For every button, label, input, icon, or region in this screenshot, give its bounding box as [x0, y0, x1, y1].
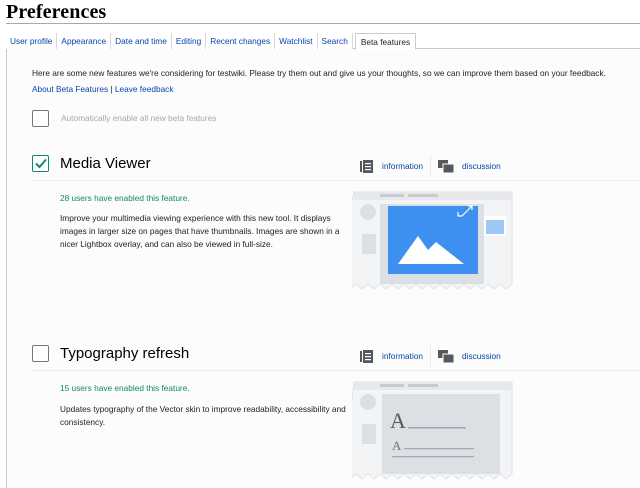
auto-enable-checkbox[interactable] — [32, 110, 49, 127]
document-icon — [360, 159, 373, 173]
link-divider — [430, 345, 431, 367]
information-label: information — [382, 351, 424, 361]
tab-date-and-time[interactable]: Date and time — [111, 33, 172, 49]
media-viewer-user-count: 28 users have enabled this feature. — [60, 193, 190, 203]
information-label: information — [382, 161, 424, 171]
about-beta-features-link[interactable]: About Beta Features — [32, 84, 108, 94]
typography-discussion-link[interactable]: discussion — [438, 345, 501, 367]
typography-refresh-checkbox[interactable] — [32, 345, 49, 362]
leave-feedback-link[interactable]: Leave feedback — [115, 84, 174, 94]
typography-information-link[interactable]: information — [360, 345, 423, 367]
typography-description: Updates typography of the Vector skin to… — [60, 404, 346, 427]
link-divider — [430, 155, 431, 177]
tab-beta-features[interactable]: Beta features — [354, 33, 417, 50]
intro-links: About Beta Features | Leave feedback — [32, 84, 173, 94]
discussion-label: discussion — [462, 161, 501, 171]
media-viewer-information-link[interactable]: information — [360, 155, 423, 177]
feature-divider — [32, 180, 640, 181]
svg-text:A: A — [392, 438, 402, 453]
preferences-tabs: User profile Appearance Date and time Ed… — [6, 33, 417, 50]
tab-search[interactable]: Search — [317, 33, 353, 49]
typography-user-count: 15 users have enabled this feature. — [60, 383, 190, 393]
discussion-label: discussion — [462, 351, 501, 361]
media-viewer-illustration — [352, 191, 513, 290]
svg-text:A: A — [390, 408, 406, 433]
checkmark-icon — [35, 158, 47, 169]
link-separator: | — [110, 84, 113, 94]
page-title: Preferences — [6, 1, 107, 23]
media-viewer-discussion-link[interactable]: discussion — [438, 155, 501, 177]
feature-divider — [32, 370, 640, 371]
document-icon — [360, 349, 373, 363]
media-viewer-description: Improve your multimedia viewing experien… — [60, 213, 340, 249]
title-divider — [6, 23, 640, 24]
tab-watchlist[interactable]: Watchlist — [275, 33, 318, 49]
speech-bubbles-icon — [438, 159, 454, 173]
media-viewer-checkbox[interactable] — [32, 155, 49, 172]
tab-recent-changes[interactable]: Recent changes — [206, 33, 276, 49]
tab-appearance[interactable]: Appearance — [57, 33, 112, 49]
tab-user-profile[interactable]: User profile — [6, 33, 58, 49]
intro-text: Here are some new features we're conside… — [32, 68, 606, 78]
tab-editing[interactable]: Editing — [171, 33, 207, 49]
auto-enable-label: Automatically enable all new beta featur… — [61, 113, 217, 123]
typography-refresh-title: Typography refresh — [60, 345, 190, 362]
media-viewer-title: Media Viewer — [60, 155, 151, 172]
speech-bubbles-icon — [438, 349, 454, 363]
typography-illustration: A A — [352, 381, 513, 480]
